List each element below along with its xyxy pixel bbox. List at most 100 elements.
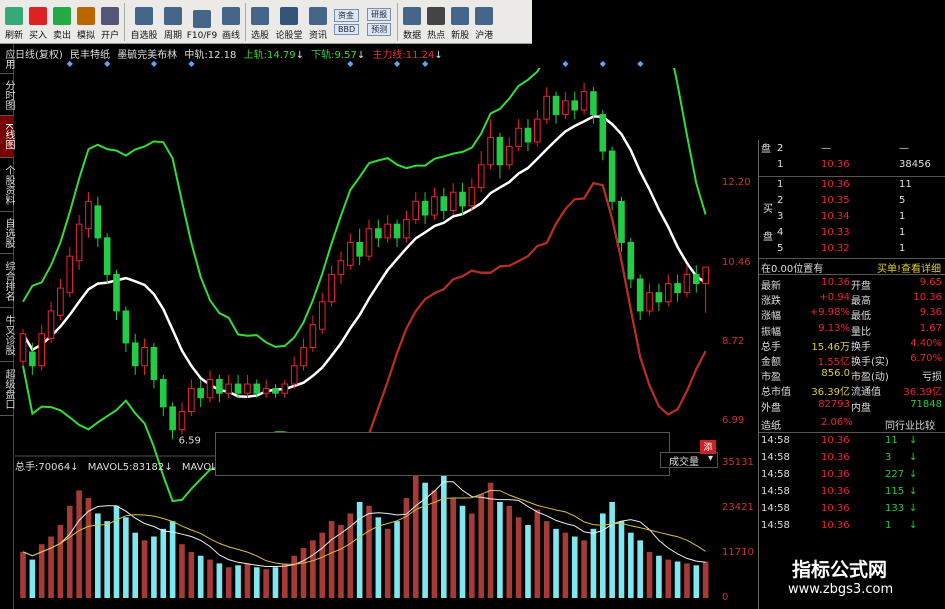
candle — [234, 383, 242, 394]
detail-button[interactable]: 买单!查看详细 — [877, 260, 941, 275]
candle — [244, 383, 251, 394]
toolbar-button-0[interactable]: 刷新 — [2, 0, 26, 44]
order-level: 1 — [777, 159, 784, 170]
toolbar-button-9[interactable]: 选股 — [248, 0, 272, 44]
quote-label: 最高 — [851, 296, 871, 308]
compare-industry-button[interactable]: 同行业比较 — [885, 417, 935, 432]
add-indicator-badge[interactable]: 添 — [700, 440, 716, 454]
toolbar-separator — [397, 3, 399, 41]
volume-bar — [95, 513, 101, 598]
arrow-down-icon: ↓ — [909, 519, 918, 531]
toolbar-button-8[interactable]: 画线 — [219, 0, 243, 44]
pencil-icon — [222, 7, 240, 25]
candle — [618, 200, 625, 243]
quote-value: 10.36 — [821, 277, 850, 288]
toolbar-button-5[interactable]: 自选股 — [127, 0, 161, 44]
volume-bar — [459, 505, 466, 598]
refresh-icon — [5, 7, 23, 25]
toolbar-button-2[interactable]: 卖出 — [50, 0, 74, 44]
volume-axis-label: 11710 — [722, 547, 754, 558]
candle — [674, 283, 681, 294]
toolbar-button-1[interactable]: 买入 — [26, 0, 50, 44]
candle — [131, 342, 139, 367]
toolbar-button-7[interactable]: F10/F9 — [185, 0, 219, 44]
tick-price: 10.36 — [821, 434, 850, 446]
order-volume: — — [899, 143, 909, 154]
quote-label: 内盘 — [851, 402, 871, 414]
candle — [328, 273, 335, 303]
quote-value: 71848 — [910, 398, 942, 410]
candle — [225, 383, 233, 394]
left-tab-4[interactable]: 自选股 — [0, 212, 14, 254]
toolbar-separator — [124, 3, 125, 41]
kline-chart[interactable]: 6.59 — [15, 68, 715, 608]
toolbar-button-3[interactable]: 模拟 — [74, 0, 98, 44]
tick-time: 14:58 — [761, 519, 790, 531]
signal-diamond-icon: ◆ — [188, 59, 195, 68]
quote-label: 总手 — [761, 341, 781, 353]
toolbar-button-11[interactable]: 资讯 — [306, 0, 330, 44]
pill-button-3[interactable]: 预测 — [367, 22, 392, 36]
toolbar-button-15[interactable]: 沪港 — [472, 0, 496, 44]
signal-diamond-icon: ◆ — [422, 59, 429, 68]
quote-row: 金额 1.55亿 换手(实) 6.70% — [759, 352, 945, 368]
candle — [103, 237, 111, 275]
left-tab-2[interactable]: K线图 — [0, 116, 14, 158]
sell-icon — [53, 7, 71, 25]
candle — [580, 91, 588, 111]
volume-bar — [665, 559, 672, 598]
candle — [627, 241, 635, 280]
candle — [468, 187, 476, 207]
candle — [421, 200, 429, 216]
pill-button-0[interactable]: 资金 — [334, 8, 360, 22]
volume-bar — [225, 567, 232, 598]
volume-axis-label: 35131 — [722, 457, 754, 468]
volume-bar — [450, 498, 456, 598]
tick-volume: 11 — [885, 434, 898, 446]
volume-bar — [693, 565, 700, 598]
toolbar-button-10[interactable]: 论股堂 — [272, 0, 306, 44]
tick-price: 10.36 — [821, 468, 850, 480]
candle — [47, 310, 55, 339]
order-volume: 1 — [899, 227, 906, 238]
volume-bar — [104, 521, 110, 598]
volume-bar — [366, 505, 372, 598]
sell-side-label: 盘 — [761, 144, 771, 155]
pill-button-1[interactable]: BBD — [334, 23, 360, 35]
toolbar-button-4[interactable]: 开户 — [98, 0, 122, 44]
left-tab-6[interactable]: 牛叉诊股 — [0, 308, 14, 362]
tick-time: 14:58 — [761, 502, 790, 514]
toolbar-button-6[interactable]: 周期 — [161, 0, 185, 44]
quote-row: 14:58 10.36 227 ↓ — [759, 468, 945, 484]
candle — [412, 200, 420, 221]
quote-row: 14:58 10.36 133 ↓ — [759, 502, 945, 518]
left-tab-7[interactable]: 超级盘口 — [0, 362, 14, 416]
indicator-dropdown[interactable]: 成交量 ▾ — [660, 452, 718, 468]
quote-row: 2 — — — [759, 142, 945, 158]
quote-value: 6.70% — [910, 353, 942, 364]
volume-bar — [141, 540, 148, 598]
left-tab-3[interactable]: 个股资料 — [0, 158, 14, 212]
quote-value: 36.39亿 — [811, 387, 850, 399]
toolbar-button-13[interactable]: 热点 — [424, 0, 448, 44]
candle — [281, 383, 289, 394]
left-tab-1[interactable]: 分时图 — [0, 74, 14, 116]
candle — [38, 333, 46, 367]
toolbar-button-14[interactable]: 新股 — [448, 0, 472, 44]
candle — [122, 310, 130, 344]
left-tab-5[interactable]: 综合排名 — [0, 254, 14, 308]
volume-bar — [282, 563, 288, 598]
signal-diamond-icon: ◆ — [104, 59, 111, 68]
toolbar-button-12[interactable]: 数据 — [400, 0, 424, 44]
hk-icon — [475, 7, 494, 25]
left-tab-0[interactable]: 应用 — [0, 44, 14, 74]
pill-button-2[interactable]: 研报 — [367, 7, 392, 21]
signal-diamond-icon: ◆ — [394, 59, 401, 68]
volume-axis-label: 23421 — [722, 501, 754, 513]
quote-label: 开盘 — [851, 281, 871, 292]
volume-bar — [375, 517, 382, 598]
toolbar-button-label: 自选股 — [130, 31, 158, 41]
volume-bar — [310, 540, 316, 598]
pill-group: 研报 预测 — [367, 0, 392, 43]
arrow-down-icon: ↓ — [164, 462, 173, 473]
